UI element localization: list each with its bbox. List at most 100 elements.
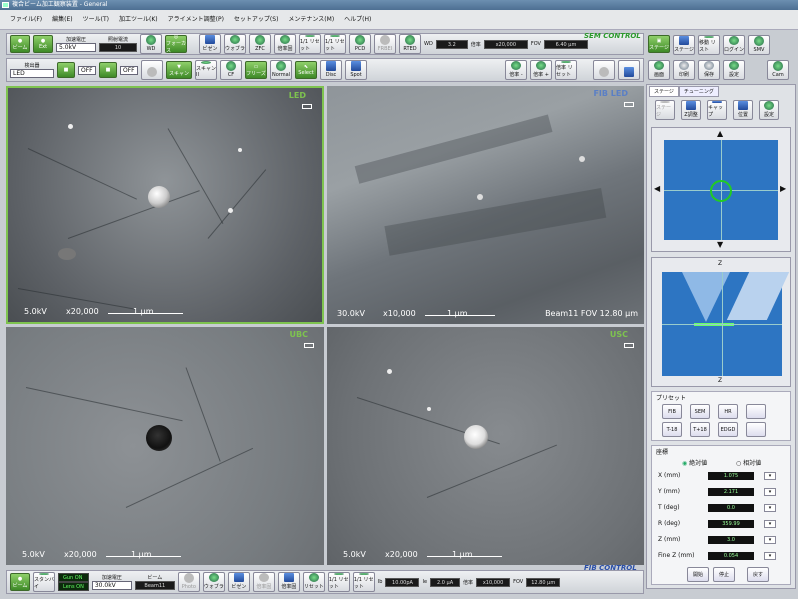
ext-button[interactable]: ● Ext xyxy=(33,35,53,53)
coord-y-dropdown[interactable]: ▾ xyxy=(764,488,776,496)
fib-wobbler-button[interactable]: ウォブラ xyxy=(202,572,225,592)
off2-toggle[interactable]: ■ xyxy=(99,62,117,78)
disc-button[interactable]: Disc xyxy=(320,60,342,80)
tab-stage[interactable]: ステージ xyxy=(649,86,679,97)
wobbler-button[interactable]: ウォブラ xyxy=(224,34,246,54)
preset-hr-button[interactable]: HR xyxy=(718,404,738,419)
preset-tminus-button[interactable]: T-18 xyxy=(662,422,682,437)
move-stop-button[interactable]: 停止 xyxy=(713,567,735,582)
left-arrow-icon[interactable]: ◀ xyxy=(654,184,660,193)
bizen-button[interactable]: ビゼン xyxy=(199,34,221,54)
cap-button[interactable]: キャップ xyxy=(707,100,727,120)
mag-plus-button[interactable]: 倍率 + xyxy=(530,60,552,80)
accel-select[interactable]: 5.0kV xyxy=(56,43,96,52)
tilt-view[interactable]: Z Z xyxy=(651,257,791,387)
menu-edit[interactable]: 編集(E) xyxy=(52,10,72,30)
select-button[interactable]: ⬉ Select xyxy=(295,61,317,79)
cf-button[interactable]: CF xyxy=(220,60,242,80)
sem-image-panel-led[interactable]: LED 5.0kV x20,000 1 μm xyxy=(6,86,324,324)
xy-stage-map[interactable]: ▲ ▼ ◀ ▶ xyxy=(651,127,791,252)
sem-image-panel-ubc[interactable]: UBC 5.0kV x20,000 1 μm xyxy=(6,327,324,565)
irr-value[interactable]: 10 xyxy=(99,43,137,52)
screen-button[interactable]: 画面 xyxy=(648,59,670,80)
blank-button[interactable] xyxy=(141,60,163,80)
settings-button[interactable]: 設定 xyxy=(723,59,745,80)
position-button[interactable]: 位置 xyxy=(733,100,753,120)
preset-blank2-button[interactable] xyxy=(746,422,766,437)
mag-minus-button[interactable]: 倍率 - xyxy=(505,60,527,80)
save-button[interactable]: 保存 xyxy=(698,59,720,80)
preset-edgd-button[interactable]: EDGD xyxy=(718,422,738,437)
right-arrow-icon[interactable]: ▶ xyxy=(780,184,786,193)
fib-beam-button[interactable]: ● ビーム xyxy=(10,573,30,591)
print-button[interactable]: 印刷 xyxy=(673,59,695,80)
menu-setup[interactable]: セットアップ(S) xyxy=(234,10,279,30)
smv-button[interactable]: SMV xyxy=(748,35,770,55)
layout-button[interactable] xyxy=(618,60,640,80)
preset-sem-button[interactable]: SEM xyxy=(690,404,710,419)
spot-button[interactable]: Spot xyxy=(345,60,367,80)
det-select[interactable]: LED xyxy=(10,69,54,78)
freeze-button[interactable]: ▭ フリーズ xyxy=(245,61,267,79)
reset2-button[interactable]: 1/1 リセット xyxy=(324,34,346,54)
frbei-button[interactable]: FRBEI xyxy=(374,34,396,54)
down-arrow-icon[interactable]: ▼ xyxy=(717,240,723,249)
off1-select[interactable]: OFF xyxy=(78,65,96,75)
fib-reset2-button[interactable]: 1/1 リセット xyxy=(327,572,350,592)
normal-button[interactable]: Normal xyxy=(270,60,292,80)
fib-magfix2-button[interactable]: 倍率固 xyxy=(277,572,300,592)
move-back-button[interactable]: 戻す xyxy=(747,567,769,582)
preset-fib-button[interactable]: FIB xyxy=(662,404,682,419)
menu-tool[interactable]: ツール(T) xyxy=(83,10,109,30)
fib-reset3-button[interactable]: 1/1 リセット xyxy=(352,572,375,592)
stage2-button[interactable]: ステージ xyxy=(673,35,695,55)
z-adjust-button[interactable]: Z調整 xyxy=(681,100,701,120)
menu-help[interactable]: ヘルプ(H) xyxy=(344,10,371,30)
off1-toggle[interactable]: ■ xyxy=(57,62,75,78)
abs-radio[interactable]: ◉ 絶対値 xyxy=(682,458,707,467)
pict-button[interactable] xyxy=(593,60,615,80)
coord-r-dropdown[interactable]: ▾ xyxy=(764,520,776,528)
sem-beam-button[interactable]: ● ビーム xyxy=(10,35,30,53)
move-list-button[interactable]: 移動 リスト xyxy=(698,35,720,55)
fib-beam-name[interactable]: Beam11 xyxy=(134,581,175,590)
fib-bizen-button[interactable]: ビゼン xyxy=(227,572,250,592)
move-start-button[interactable]: 開始 xyxy=(687,567,709,582)
coord-z-dropdown[interactable]: ▾ xyxy=(764,536,776,544)
menu-align[interactable]: アライメント調整(P) xyxy=(168,10,224,30)
stage-position-marker[interactable] xyxy=(710,180,732,202)
menu-file[interactable]: ファイル(F) xyxy=(10,10,42,30)
focus-button[interactable]: ◎ フォーカス xyxy=(165,34,187,54)
off2-select[interactable]: OFF xyxy=(120,65,138,75)
zfc-button[interactable]: ZFC xyxy=(249,34,271,54)
scan2-button[interactable]: スキャンII xyxy=(195,60,217,80)
coord-x-dropdown[interactable]: ▾ xyxy=(764,472,776,480)
fib-reset-button[interactable]: リセット xyxy=(302,572,325,592)
coord-finez-dropdown[interactable]: ▾ xyxy=(764,552,776,560)
rel-radio[interactable]: ○ 相対値 xyxy=(736,458,761,467)
reset1-button[interactable]: 1/1 リセット xyxy=(299,34,321,54)
scan-button[interactable]: ▼ スキャン xyxy=(166,61,192,79)
sem-image-panel-usc[interactable]: USC 5.0kV x20,000 1 μm xyxy=(327,327,644,565)
fib-magfix-button[interactable]: 倍率固 xyxy=(252,572,275,592)
login-button[interactable]: ログイン xyxy=(723,35,745,55)
mag-fix-button[interactable]: 倍率固 xyxy=(274,34,296,54)
rted-button[interactable]: RTED xyxy=(399,34,421,54)
pcd-button[interactable]: PCD xyxy=(349,34,371,54)
stage-tool-button[interactable]: ステージ xyxy=(655,100,675,120)
stage-settings-button[interactable]: 設定 xyxy=(759,100,779,120)
up-arrow-icon[interactable]: ▲ xyxy=(717,129,723,138)
mag-reset-button[interactable]: 倍率 リセット xyxy=(555,60,577,80)
photo-button[interactable]: Photo xyxy=(177,572,200,592)
preset-tplus-button[interactable]: T+18 xyxy=(690,422,710,437)
wd-button[interactable]: WD xyxy=(140,34,162,54)
preset-blank-button[interactable] xyxy=(746,404,766,419)
cam-button[interactable]: Cam xyxy=(767,59,789,80)
stage-button[interactable]: ▣ ステージ xyxy=(648,35,670,53)
coord-t-dropdown[interactable]: ▾ xyxy=(764,504,776,512)
standby-button[interactable]: スタンバイ xyxy=(33,572,55,592)
fib-image-panel[interactable]: FIB LED 30.0kV x10,000 1 μm Beam11 FOV 1… xyxy=(327,86,644,324)
fib-accel-select[interactable]: 30.0kV xyxy=(91,581,132,590)
tab-tuning[interactable]: チューニング xyxy=(678,86,719,97)
menu-maint[interactable]: メンテナンス(M) xyxy=(288,10,334,30)
